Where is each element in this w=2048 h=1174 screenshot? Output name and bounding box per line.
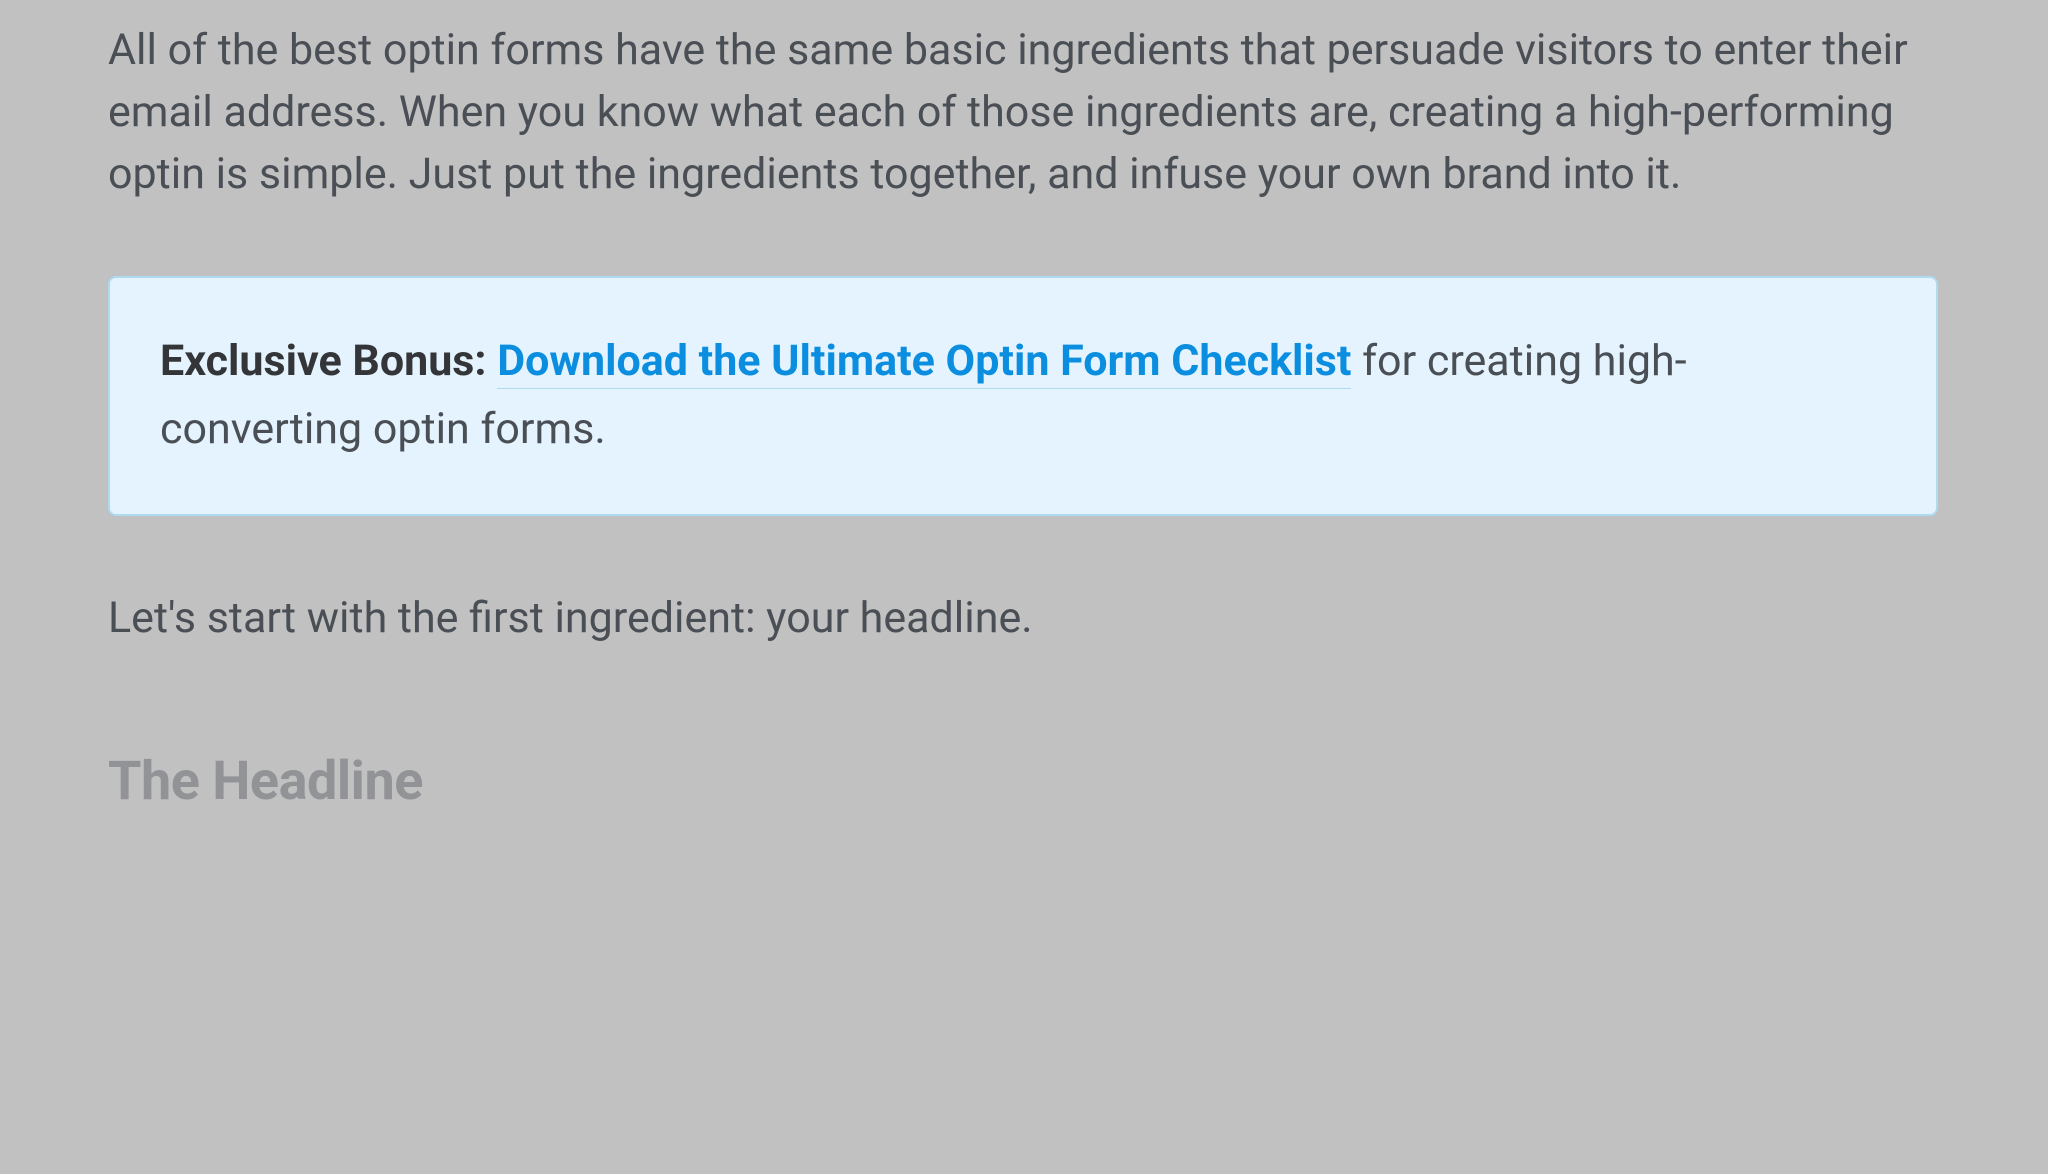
- callout-bold-prefix: Exclusive Bonus:: [160, 336, 497, 386]
- transition-paragraph: Let's start with the first ingredient: y…: [108, 588, 1938, 650]
- article-content: All of the best optin forms have the sam…: [0, 0, 2048, 813]
- download-checklist-link[interactable]: Download the Ultimate Optin Form Checkli…: [497, 336, 1351, 389]
- callout-box: Exclusive Bonus: Download the Ultimate O…: [108, 276, 1938, 516]
- section-heading: The Headline: [108, 750, 1938, 813]
- intro-paragraph: All of the best optin forms have the sam…: [108, 20, 1938, 206]
- callout-content: Exclusive Bonus: Download the Ultimate O…: [160, 328, 1886, 464]
